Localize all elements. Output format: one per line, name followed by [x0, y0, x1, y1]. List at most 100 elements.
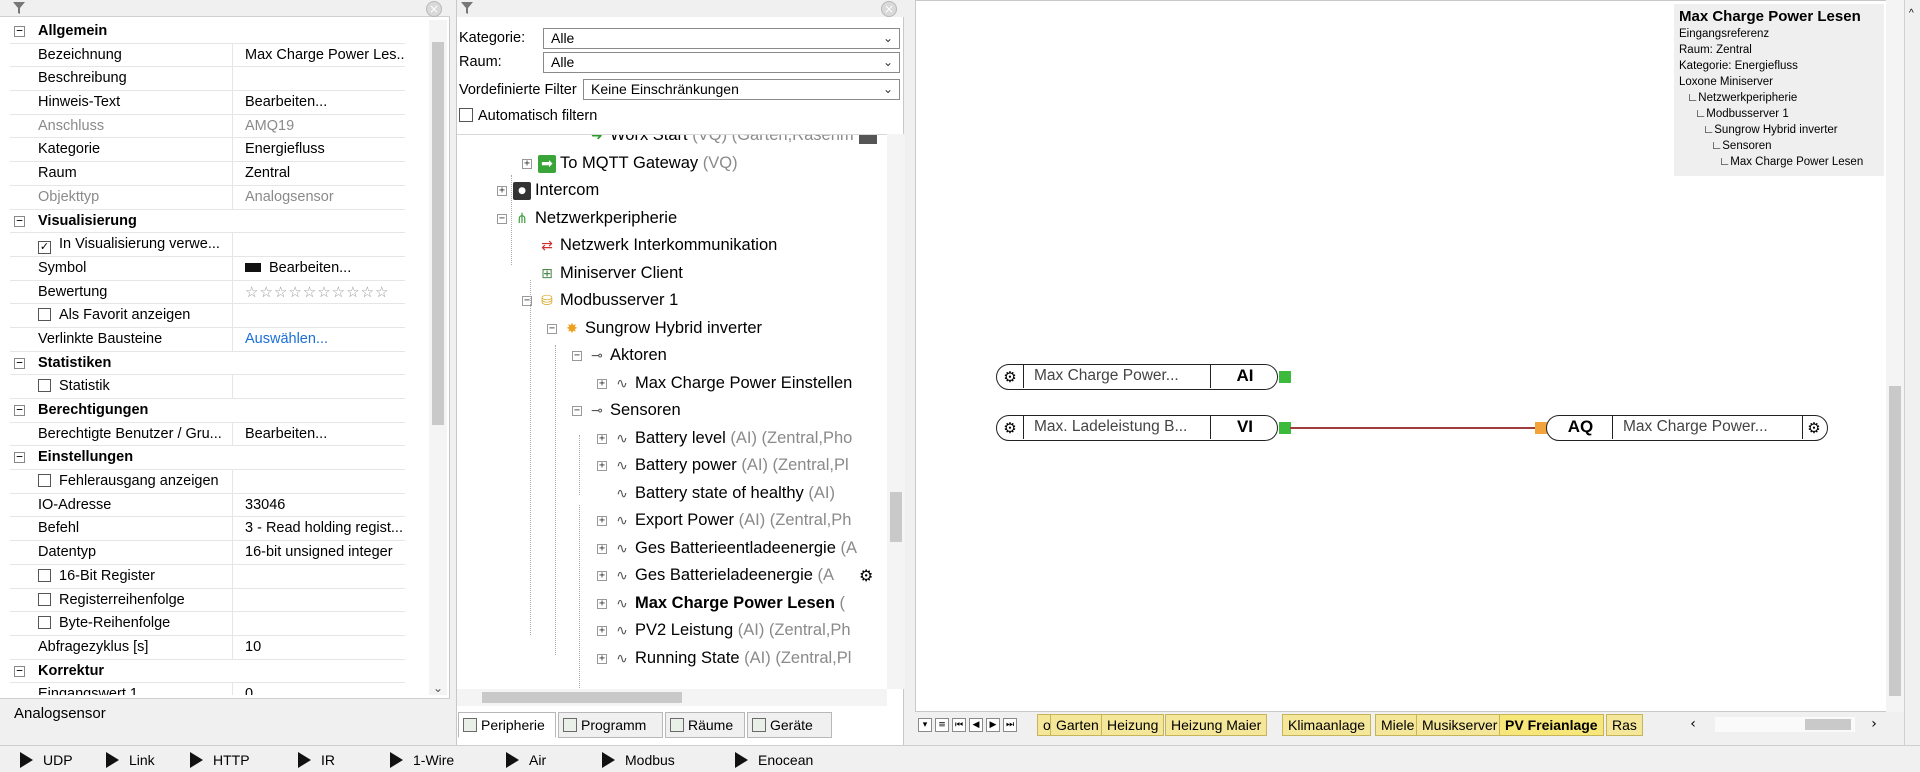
property-row[interactable]: 16-Bit Register	[10, 564, 405, 589]
page-tab[interactable]: Ras	[1606, 714, 1643, 736]
tab-nav-prev-icon[interactable]: ◀	[969, 718, 983, 732]
tree-item[interactable]: ⇄ Netzwerk Interkommunikation	[457, 232, 887, 260]
property-row[interactable]: Hinweis-Text Bearbeiten...	[10, 91, 405, 115]
tab-peripherie[interactable]: Peripherie	[458, 712, 556, 738]
tree-item[interactable]: ➜ Worx Start (VQ) (Garten,Rasenm −	[457, 135, 887, 150]
page-tab[interactable]: Musikserver	[1416, 714, 1504, 736]
expand-icon[interactable]: +	[497, 186, 507, 196]
collapse-icon[interactable]: −	[14, 404, 25, 416]
property-row[interactable]: Datentyp 16-bit unsigned integer	[10, 541, 405, 565]
property-value[interactable]: Max Charge Power Les...	[245, 44, 405, 67]
add-enocean-button[interactable]: Enocean	[735, 749, 813, 771]
property-row[interactable]: Als Favorit anzeigen	[10, 304, 405, 328]
scrollbar-thumb[interactable]	[1889, 386, 1901, 696]
tree-item[interactable]: − ⊸ Sensoren	[457, 397, 887, 425]
add-air-button[interactable]: Air	[506, 749, 546, 771]
connection-wire[interactable]	[1290, 427, 1544, 429]
scrollbar-thumb[interactable]	[1805, 719, 1851, 730]
property-group[interactable]: − Allgemein	[10, 20, 405, 44]
property-row[interactable]: Symbol Bearbeiten...	[10, 256, 405, 281]
property-value[interactable]: Bearbeiten...	[245, 423, 405, 446]
tree-item[interactable]: ∿ Battery state of healthy (AI)	[457, 480, 887, 508]
tab-nav-list-icon[interactable]: ≡	[935, 718, 949, 732]
collapse-all-icon[interactable]: −	[859, 135, 877, 144]
page-tab[interactable]: Miele	[1375, 714, 1421, 736]
output-port[interactable]	[1279, 371, 1291, 383]
tree-item[interactable]: + ● Intercom	[457, 177, 887, 205]
property-row[interactable]: Verlinkte Bausteine Auswählen...	[10, 327, 405, 352]
property-group[interactable]: − Statistiken	[10, 351, 405, 376]
property-group[interactable]: − Berechtigungen	[10, 399, 405, 423]
tree-item[interactable]: + ∿ Export Power (AI) (Zentral,Ph	[457, 507, 887, 535]
collapse-icon[interactable]: −	[14, 215, 25, 227]
expand-icon[interactable]: +	[597, 543, 607, 554]
tree-item[interactable]: + ∿ Max Charge Power Lesen (	[457, 590, 887, 618]
checkbox[interactable]	[38, 592, 51, 606]
property-group[interactable]: − Visualisierung	[10, 209, 405, 234]
collapse-icon[interactable]: −	[572, 351, 582, 361]
property-value[interactable]: AMQ19	[245, 115, 405, 138]
checkbox[interactable]	[459, 108, 473, 122]
checkbox[interactable]: ✓	[38, 241, 51, 255]
tree-item[interactable]: + ∿ Ges Batterieentladeenergie (A	[457, 535, 887, 563]
properties-scrollbar[interactable]: ⌄	[429, 20, 447, 695]
add-1-wire-button[interactable]: 1-Wire	[390, 749, 454, 771]
tab-nav-last-icon[interactable]: ⏭	[1003, 718, 1017, 732]
tree-item[interactable]: + ➡ To MQTT Gateway (VQ)	[457, 150, 887, 178]
tab-geraete[interactable]: Geräte	[747, 712, 832, 738]
tree-item[interactable]: − ✸ Sungrow Hybrid inverter	[457, 315, 887, 343]
property-row[interactable]: Bewertung ☆☆☆☆☆☆☆☆☆☆	[10, 280, 405, 305]
collapse-icon[interactable]: −	[14, 665, 25, 677]
output-block-max-charge-power[interactable]: AQ Max Charge Power... ⚙	[1546, 415, 1828, 441]
expand-icon[interactable]: +	[597, 653, 607, 664]
checkbox[interactable]	[38, 379, 51, 393]
property-row[interactable]: Abfragezyklus [s] 10	[10, 635, 405, 660]
checkbox[interactable]	[38, 308, 51, 322]
collapse-icon[interactable]: −	[14, 25, 25, 37]
tab-nav-first-icon[interactable]: ⏮	[952, 718, 966, 732]
expand-icon[interactable]: +	[597, 461, 607, 471]
gear-icon[interactable]: ⚙	[859, 562, 873, 589]
gear-icon[interactable]: ⚙	[1001, 368, 1019, 386]
checkbox[interactable]	[38, 616, 51, 630]
tab-raeume[interactable]: Räume	[665, 712, 745, 738]
property-row[interactable]: Fehlerausgang anzeigen	[10, 470, 405, 494]
property-value[interactable]: 3 - Read holding regist...	[245, 517, 405, 540]
filter-icon[interactable]	[460, 1, 474, 15]
property-value[interactable]: Analogsensor	[245, 186, 405, 209]
caret-up-icon[interactable]: ^	[1909, 8, 1914, 19]
property-row[interactable]: Raum Zentral	[10, 162, 405, 186]
scrollbar-thumb[interactable]	[432, 42, 444, 425]
expand-icon[interactable]: +	[522, 158, 532, 169]
collapse-icon[interactable]: −	[14, 451, 25, 464]
property-row[interactable]: Anschluss AMQ19	[10, 114, 405, 139]
property-row[interactable]: Statistik	[10, 375, 405, 399]
tab-nav-next-icon[interactable]: ▶	[986, 718, 1000, 732]
tree-item[interactable]: + ∿ Max Charge Power Einstellen	[457, 370, 887, 398]
room-select[interactable]: Alle ⌄	[543, 52, 900, 73]
property-row[interactable]: Eingangswert 1 0	[10, 683, 405, 695]
collapse-icon[interactable]: −	[497, 213, 507, 224]
tree-item[interactable]: + ∿ PV2 Leistung (AI) (Zentral,Ph	[457, 617, 887, 645]
gear-icon[interactable]: ⚙	[1001, 419, 1019, 437]
expand-icon[interactable]: +	[597, 571, 607, 581]
checkbox[interactable]	[38, 568, 51, 582]
auto-filter-checkbox[interactable]: Automatisch filtern	[459, 106, 597, 126]
filter-icon[interactable]	[12, 1, 26, 15]
page-tab[interactable]: Heizung Maier	[1165, 714, 1268, 736]
expand-icon[interactable]: +	[597, 433, 607, 444]
scrollbar-thumb[interactable]	[890, 492, 902, 542]
category-select[interactable]: Alle ⌄	[543, 28, 900, 49]
tab-programm[interactable]: Programm	[558, 712, 663, 738]
expand-icon[interactable]: +	[597, 516, 607, 526]
page-tabs-scrollbar[interactable]	[1715, 717, 1855, 732]
property-row[interactable]: IO-Adresse 33046	[10, 493, 405, 518]
tree-item[interactable]: + ∿ Battery level (AI) (Zentral,Pho	[457, 425, 887, 453]
property-value[interactable]: Bearbeiten...	[245, 257, 405, 280]
property-row[interactable]: ✓ In Visualisierung verwe...	[10, 233, 405, 257]
add-http-button[interactable]: HTTP	[190, 749, 250, 771]
tree-item[interactable]: − ⋔ Netzwerkperipherie	[457, 205, 887, 233]
property-row[interactable]: Berechtigte Benutzer / Gru... Bearbeiten.…	[10, 422, 405, 447]
chevron-right-icon[interactable]: ›	[1867, 717, 1881, 732]
property-row[interactable]: Beschreibung	[10, 67, 405, 92]
